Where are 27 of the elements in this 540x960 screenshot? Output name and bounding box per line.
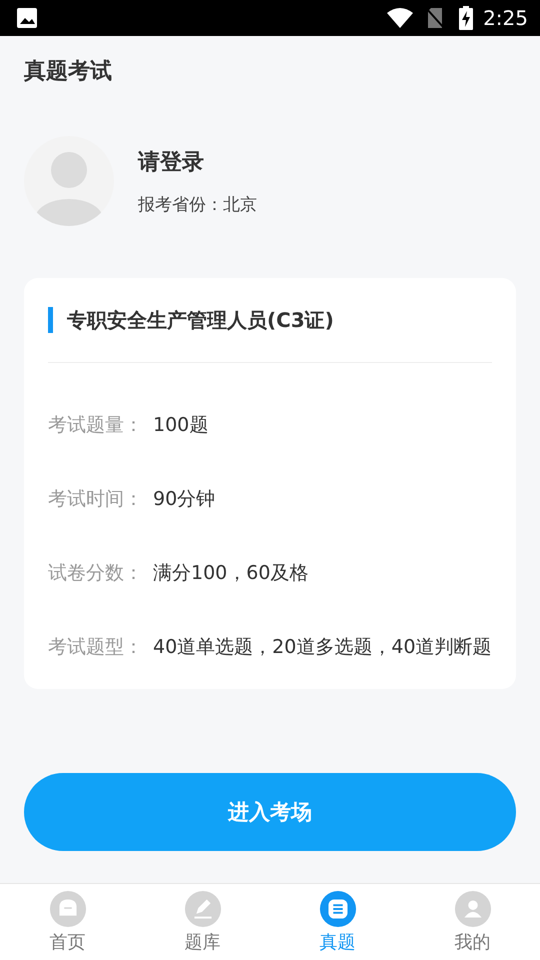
field-label: 考试时间： (48, 487, 144, 511)
field-value: 40道单选题，20道多选题，40道判断题 (153, 635, 492, 659)
house-icon (48, 890, 86, 928)
field-label: 考试题型： (48, 635, 144, 659)
province-text: 报考省份：北京 (138, 194, 257, 214)
page-title: 真题考试 (24, 58, 112, 86)
tab-button[interactable]: 题库 (135, 884, 270, 960)
image-icon (16, 7, 38, 29)
field-value: 100题 (153, 413, 208, 437)
title-accent-bar (48, 307, 53, 333)
clock-time: 2:25 (483, 6, 528, 30)
field-label: 考试题量： (48, 413, 144, 437)
battery-charging-icon (459, 6, 474, 30)
enter-exam-button[interactable]: 进入考场 (24, 773, 516, 851)
wifi-icon (387, 8, 414, 28)
field-label: 试卷分数： (48, 561, 144, 585)
tab-button[interactable]: 真题 (270, 884, 405, 960)
field-value: 满分100，60及格 (153, 561, 308, 585)
field-value: 90分钟 (153, 487, 216, 511)
exam-title: 专职安全生产管理人员(C3证) (67, 306, 334, 334)
tab-button[interactable]: 我的 (405, 884, 540, 960)
pencil-icon (184, 890, 222, 928)
list-icon (318, 890, 356, 928)
avatar-icon[interactable] (24, 136, 114, 226)
person-icon (454, 890, 492, 928)
login-prompt[interactable]: 请登录 (138, 150, 204, 174)
tab-button[interactable]: 首页 (0, 884, 135, 960)
